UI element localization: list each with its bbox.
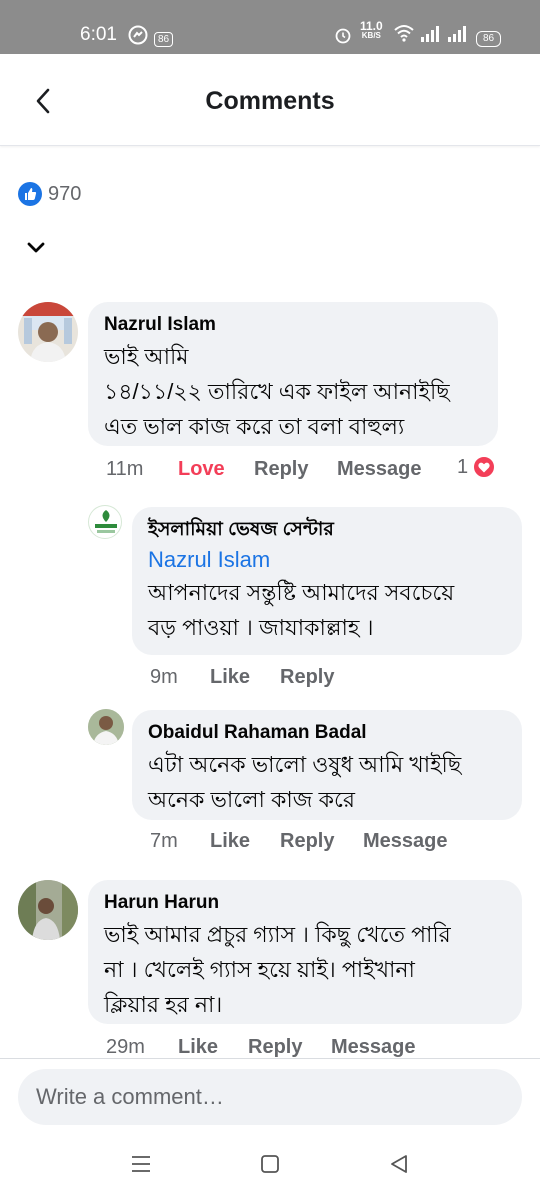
reply-actions: 7m Like Reply Message bbox=[150, 830, 448, 853]
comment-time: 29m bbox=[106, 1036, 145, 1058]
reply-text: এটা অনেক ভালো ওষুধ আমি খাইছি অনেক ভালো ক… bbox=[148, 752, 462, 812]
battery-icon: 86 bbox=[476, 25, 502, 47]
comment-author[interactable]: Harun Harun bbox=[104, 892, 506, 914]
page-logo-avatar[interactable] bbox=[88, 505, 122, 539]
reply-actions: 9m Like Reply bbox=[150, 666, 334, 689]
messenger-icon bbox=[128, 25, 148, 50]
reply-bubble: ইসলামিয়া ভেষজ সেন্টার Nazrul Islam আপনা… bbox=[132, 507, 522, 655]
message-button[interactable]: Message bbox=[331, 1036, 416, 1059]
like-button[interactable]: Like bbox=[210, 666, 280, 689]
reply-time: 9m bbox=[150, 666, 178, 688]
wifi-icon bbox=[393, 24, 415, 47]
recents-menu-icon[interactable] bbox=[131, 1154, 151, 1179]
comment-time: 11m bbox=[106, 458, 144, 480]
alarm-icon bbox=[334, 26, 352, 49]
reply-bubble: Obaidul Rahaman Badal এটা অনেক ভালো ওষুধ… bbox=[132, 710, 522, 820]
mention-link[interactable]: Nazrul Islam bbox=[148, 545, 506, 575]
reaction-summary[interactable]: 970 bbox=[18, 180, 81, 208]
message-button[interactable]: Message bbox=[363, 830, 448, 853]
status-bar: 6:01 86 11.0 KB/S 86 bbox=[0, 0, 540, 54]
comment-bubble: Nazrul Islam ভাই আমি ১৪/১১/২২ তারিখে এক … bbox=[88, 302, 498, 446]
comment-bubble: Harun Harun ভাই আমার প্রচুর গ্যাস । কিছু… bbox=[88, 880, 522, 1024]
comment-actions: 11m Love Reply Message bbox=[106, 458, 422, 481]
reply-text: আপনাদের সন্তুষ্টি আমাদের সবচেয়ে বড় পাও… bbox=[148, 580, 455, 640]
heart-icon bbox=[472, 455, 497, 479]
composer-divider bbox=[0, 1058, 540, 1059]
comment-author[interactable]: Nazrul Islam bbox=[104, 314, 482, 336]
like-button[interactable]: Like bbox=[210, 830, 280, 853]
notification-badge-icon: 86 bbox=[154, 26, 174, 47]
reply-button[interactable]: Reply bbox=[280, 830, 363, 853]
comment-composer[interactable] bbox=[18, 1069, 522, 1125]
comment-text: ভাই আমি ১৪/১১/২২ তারিখে এক ফাইল আনাইছি এ… bbox=[104, 344, 450, 439]
like-button[interactable]: Like bbox=[178, 1036, 248, 1059]
avatar[interactable] bbox=[88, 709, 124, 745]
comment-text: ভাই আমার প্রচুর গ্যাস । কিছু খেতে পারি ন… bbox=[104, 922, 451, 1017]
home-icon[interactable] bbox=[260, 1154, 280, 1179]
page-title: Comments bbox=[205, 87, 335, 115]
reply-time: 7m bbox=[150, 830, 178, 852]
status-time: 6:01 bbox=[80, 24, 117, 45]
avatar[interactable] bbox=[18, 302, 78, 362]
comment-input[interactable] bbox=[18, 1069, 522, 1125]
reply-button[interactable]: Reply bbox=[254, 458, 337, 481]
love-button[interactable]: Love bbox=[178, 458, 254, 481]
reply-button[interactable]: Reply bbox=[280, 666, 334, 689]
avatar[interactable] bbox=[18, 880, 78, 940]
system-nav-bar bbox=[0, 1128, 540, 1200]
comment-actions: 29m Like Reply Message bbox=[106, 1036, 416, 1059]
chevron-down-icon[interactable] bbox=[26, 240, 46, 256]
reply-button[interactable]: Reply bbox=[248, 1036, 331, 1059]
reply-author[interactable]: Obaidul Rahaman Badal bbox=[148, 722, 506, 744]
comment-reaction-count[interactable]: 1 bbox=[457, 455, 497, 479]
back-nav-icon[interactable] bbox=[389, 1154, 409, 1179]
reaction-count: 970 bbox=[48, 182, 82, 205]
reply-author[interactable]: ইসলামিয়া ভেষজ সেন্টার bbox=[148, 519, 506, 541]
like-reaction-icon bbox=[18, 182, 42, 206]
signal-1-icon bbox=[420, 26, 442, 47]
network-speed: 11.0 KB/S bbox=[360, 19, 383, 40]
signal-2-icon bbox=[447, 26, 469, 47]
message-button[interactable]: Message bbox=[337, 458, 422, 481]
header: Comments bbox=[0, 54, 540, 146]
